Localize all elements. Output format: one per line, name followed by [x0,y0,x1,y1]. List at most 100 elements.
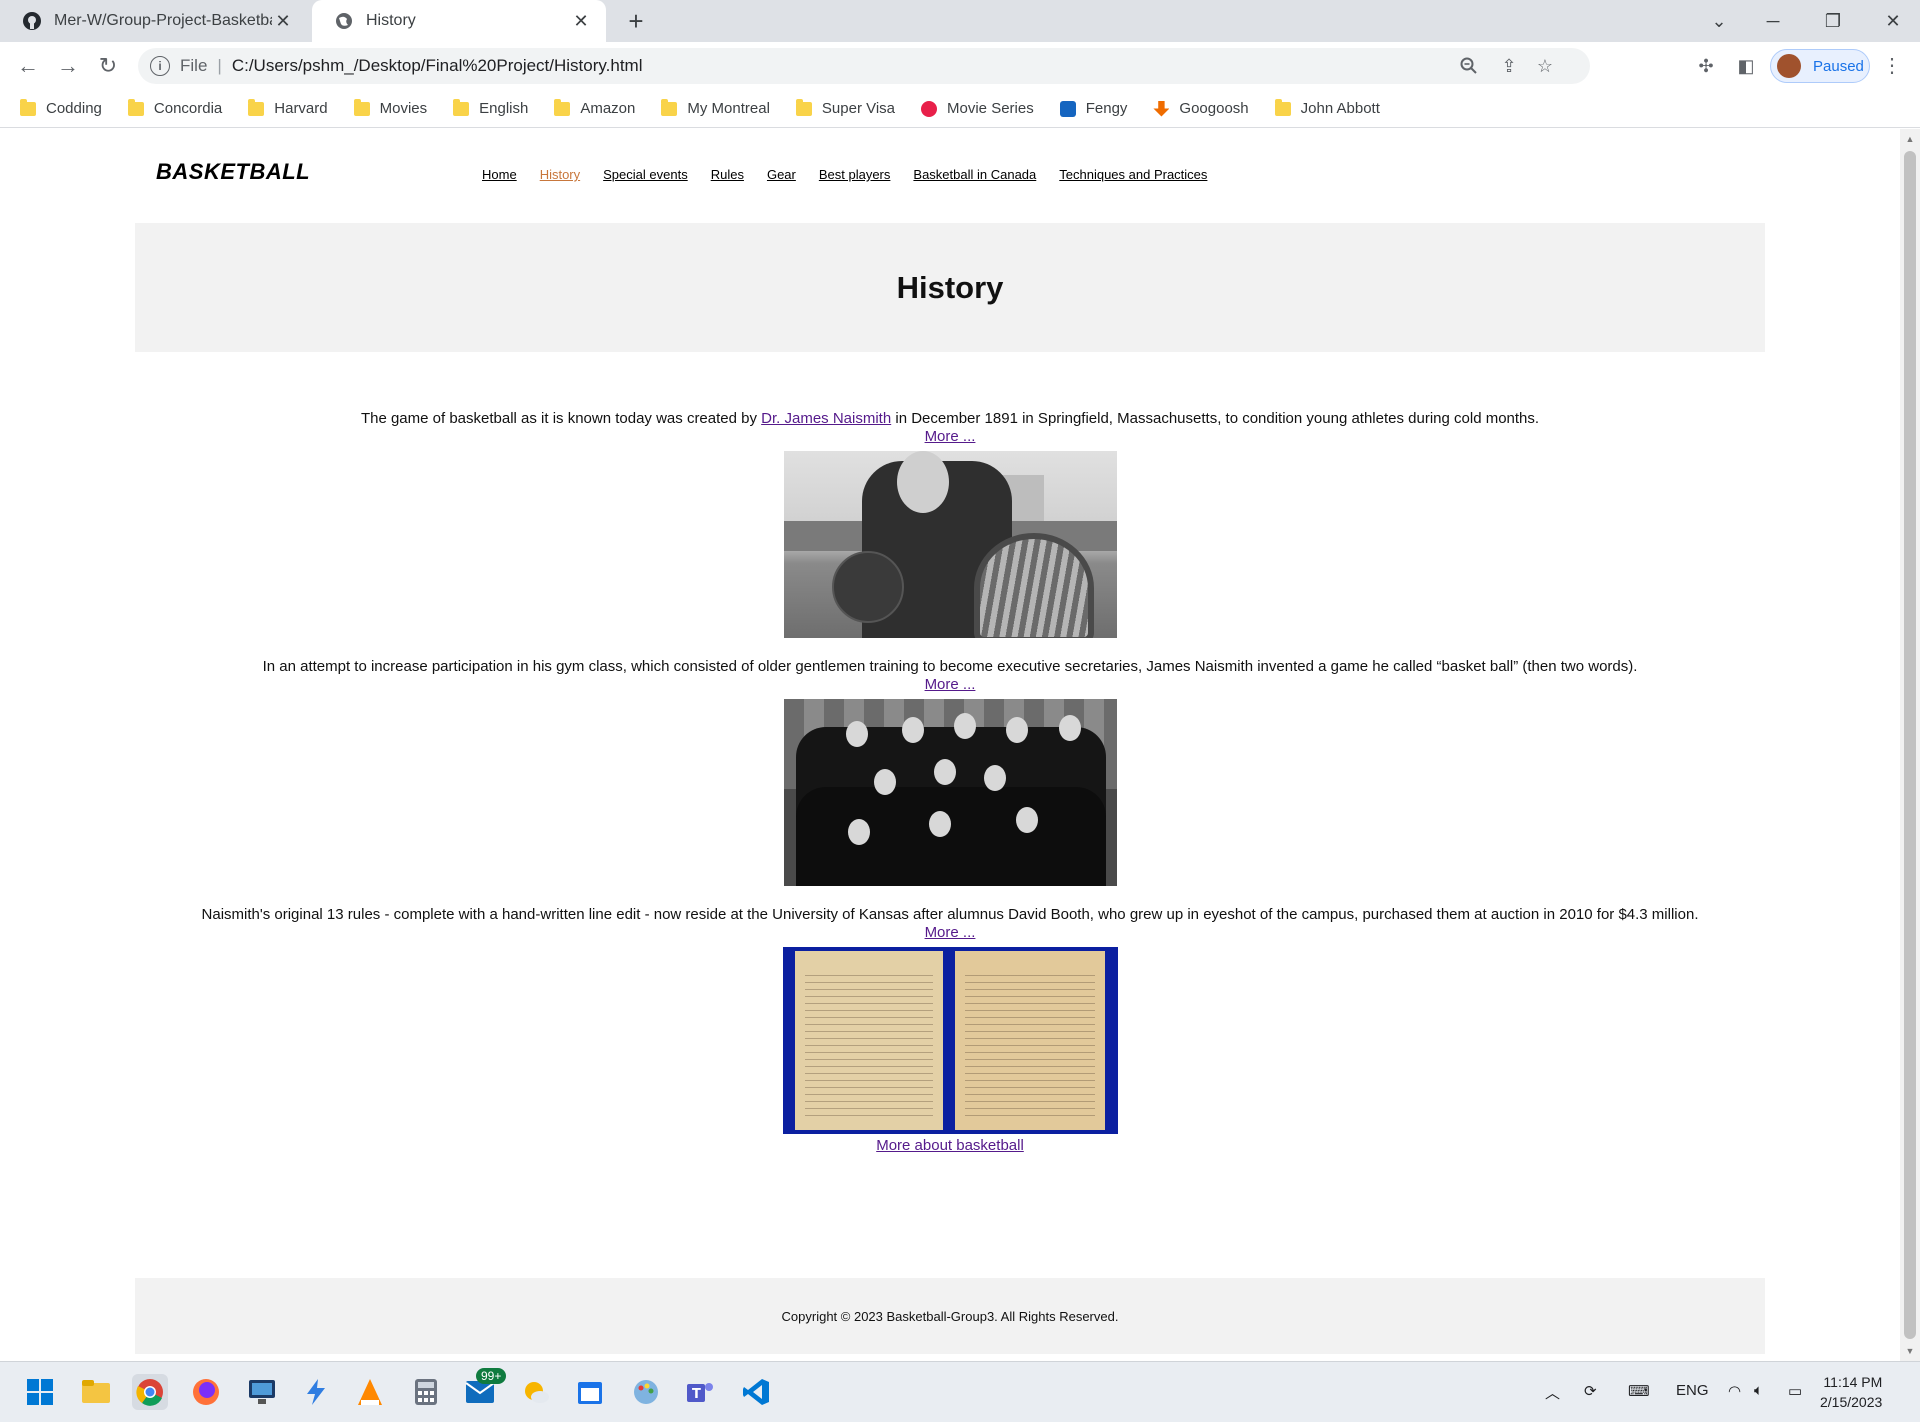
bookmark-movie-series[interactable]: Movie Series [921,100,1034,117]
bookmark-movies[interactable]: Movies [353,98,428,117]
nav-rules[interactable]: Rules [711,167,744,182]
restore-button[interactable]: ❐ [1806,0,1860,42]
paragraph-text: in December 1891 in Springfield, Massach… [891,410,1540,427]
bookmark-harvard[interactable]: Harvard [248,98,328,117]
nav-history[interactable]: History [540,167,580,182]
bookmarks-bar: Codding Concordia Harvard Movies English… [0,90,1920,128]
close-tab-icon[interactable]: ✕ [272,10,294,32]
calendar-icon[interactable] [572,1374,608,1410]
avatar [1777,54,1801,78]
nav-home[interactable]: Home [482,167,517,182]
bookmark-john-abbott[interactable]: John Abbott [1274,98,1380,117]
bookmark-english[interactable]: English [453,98,529,117]
original-rules-photo [782,947,1118,1134]
scrollbar-thumb[interactable] [1904,151,1916,1339]
show-hidden-icons[interactable]: ︿ [1545,1382,1560,1403]
vscode-icon[interactable] [738,1374,774,1410]
globe-icon [334,11,354,31]
nav-best-players[interactable]: Best players [819,167,891,182]
bookmark-label: Concordia [153,100,223,117]
site-footer: Copyright © 2023 Basketball-Group3. All … [135,1278,1765,1354]
nav-gear[interactable]: Gear [767,167,796,182]
bookmark-label: Amazon [580,100,636,117]
clock-date: 2/15/2023 [1820,1394,1883,1410]
azure-data-studio-icon[interactable] [298,1374,334,1410]
bookmark-googoosh[interactable]: Googoosh [1153,100,1249,117]
more-link-3[interactable]: More ... [925,924,976,941]
first-team-photo [783,699,1117,886]
vlc-icon[interactable] [352,1374,388,1410]
firefox-icon[interactable] [188,1374,224,1410]
nav-special-events[interactable]: Special events [603,167,688,182]
history-paragraph-2: In an attempt to increase participation … [262,658,1638,675]
file-explorer-icon[interactable] [78,1374,114,1410]
url-text[interactable]: C:/Users/pshm_/Desktop/Final%20Project/H… [232,56,643,76]
back-icon[interactable]: ← [12,50,44,82]
os-taskbar: 99+ T ︿ ⟳ ⌨ ENG ◠ 🔈︎ ▭ 11:14 PM 2/15/202… [0,1361,1920,1422]
profile-button[interactable]: Paused [1770,49,1870,83]
folder-icon [248,98,265,116]
site-logo[interactable]: BASKETBALL [156,159,310,185]
bookmark-amazon[interactable]: Amazon [554,98,636,117]
language-indicator[interactable]: ENG [1676,1382,1709,1399]
copyright-text: Copyright © 2023 Basketball-Group3. All … [781,1308,1119,1324]
sync-icon[interactable]: ⟳ [1584,1382,1597,1400]
reload-icon[interactable]: ↻ [92,50,124,82]
bookmark-fengy[interactable]: Fengy [1059,100,1127,117]
history-paragraph-1: The game of basketball as it is known to… [0,410,1900,428]
extensions-icon[interactable]: ✣ [1694,54,1718,78]
bookmark-super-visa[interactable]: Super Visa [795,98,895,117]
bookmark-star-icon[interactable]: ☆ [1534,55,1556,77]
side-panel-icon[interactable]: ◧ [1734,54,1758,78]
bookmark-label: Movies [379,100,428,117]
folder-icon [661,98,678,116]
zoom-icon[interactable] [1458,55,1480,77]
more-options-icon[interactable]: ⋮ [1880,54,1904,78]
teams-icon[interactable]: T [682,1374,718,1410]
folder-icon [795,98,812,116]
forward-icon[interactable]: → [52,50,84,82]
paint-icon[interactable] [628,1374,664,1410]
more-about-basketball-link[interactable]: More about basketball [876,1137,1024,1154]
bookmark-concordia[interactable]: Concordia [127,98,223,117]
bookmark-label: John Abbott [1300,100,1380,117]
nav-techniques-and-practices[interactable]: Techniques and Practices [1059,167,1207,182]
naismith-link[interactable]: Dr. James Naismith [761,410,891,427]
system-clock[interactable]: 11:14 PM 2/15/2023 [1820,1372,1882,1412]
page-scrollbar[interactable]: ▲ ▼ [1900,129,1920,1361]
folder-icon [353,98,370,116]
info-icon[interactable]: i [150,56,170,76]
tab-github[interactable]: Mer-W/Group-Project-Basketball ✕ [0,0,308,42]
volume-icon[interactable]: 🔈︎ [1754,1382,1763,1399]
bookmark-label: Movie Series [947,100,1034,117]
bookmark-my-montreal[interactable]: My Montreal [661,98,770,117]
page-banner: History [135,223,1765,352]
wifi-icon[interactable]: ◠ [1728,1382,1741,1400]
more-link-1[interactable]: More ... [925,428,976,445]
keyboard-icon[interactable]: ⌨ [1628,1382,1650,1400]
battery-icon[interactable]: ▭ [1788,1382,1802,1400]
bookmark-codding[interactable]: Codding [20,98,102,117]
tab-strip: Mer-W/Group-Project-Basketball ✕ History… [0,0,1920,42]
paragraph-text: The game of basketball as it is known to… [360,410,762,427]
windows-start-icon[interactable] [22,1374,58,1410]
calculator-icon[interactable] [408,1374,444,1410]
more-link-2[interactable]: More ... [925,676,976,693]
scroll-down-icon[interactable]: ▼ [1904,1345,1916,1357]
share-icon[interactable]: ⇪ [1498,55,1520,77]
close-tab-icon[interactable]: ✕ [570,10,592,32]
weather-icon[interactable] [518,1374,554,1410]
tab-search-icon[interactable]: ⌄ [1692,0,1746,42]
close-window-button[interactable]: ✕ [1866,0,1920,42]
bookmark-label: English [479,100,529,117]
chrome-icon[interactable] [132,1374,168,1410]
github-icon [22,11,42,31]
nav-basketball-in-canada[interactable]: Basketball in Canada [913,167,1036,182]
minimize-button[interactable]: ─ [1746,0,1800,42]
tab-history[interactable]: History ✕ [312,0,606,42]
address-bar[interactable]: i File | C:/Users/pshm_/Desktop/Final%20… [138,48,1590,84]
scroll-up-icon[interactable]: ▲ [1904,133,1916,145]
new-tab-button[interactable]: + [622,8,650,36]
fire-icon [921,100,938,117]
remote-desktop-icon[interactable] [244,1374,280,1410]
